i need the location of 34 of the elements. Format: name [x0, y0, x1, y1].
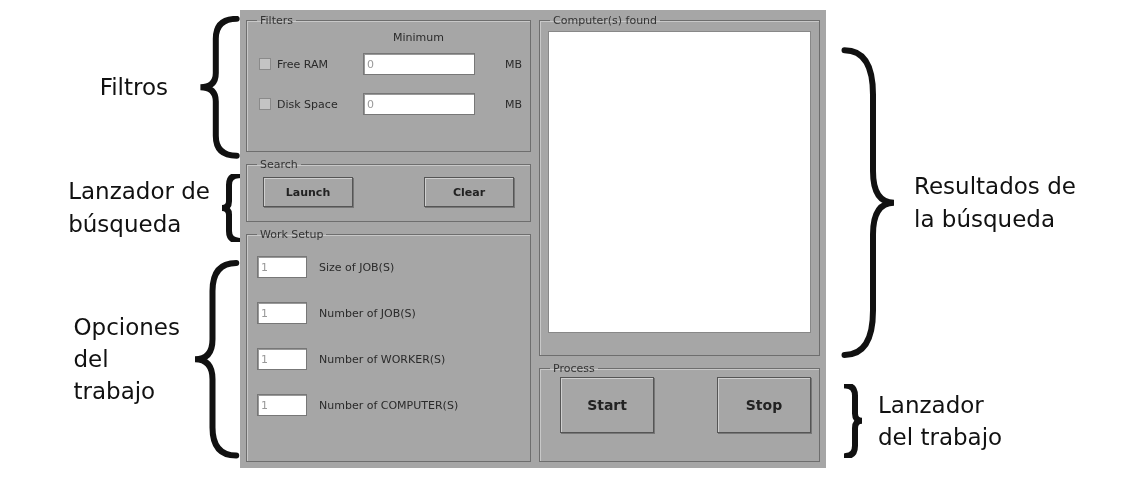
action-button[interactable]: Start [560, 377, 655, 433]
input-field[interactable]: 1 [257, 394, 307, 416]
annotation-label: Lanzador del trabajo [878, 390, 1003, 452]
group-title: Process [552, 362, 596, 375]
unit-label: MB [505, 97, 523, 111]
group-title: Search [259, 158, 299, 171]
input-field[interactable]: 1 [257, 348, 307, 370]
brace-icon [220, 173, 240, 242]
results-list[interactable] [548, 31, 811, 333]
action-button[interactable]: Launch [263, 177, 353, 207]
group-title: Filters [259, 14, 294, 27]
checkbox[interactable] [259, 58, 271, 70]
input-field[interactable]: 1 [257, 302, 307, 324]
input-field[interactable]: 0 [363, 53, 475, 75]
annotation-label: Filtros [99, 73, 168, 103]
column-header: Minimum [392, 31, 445, 44]
field-label: Number of JOB(S) [319, 306, 416, 320]
field-label: Number of WORKER(S) [319, 352, 446, 366]
group-title: Work Setup [259, 228, 325, 241]
annotation-label: Opciones del trabajo [73, 312, 180, 407]
checkbox-label: Free RAM [277, 57, 330, 71]
input-field[interactable]: 0 [363, 93, 475, 115]
checkbox[interactable] [259, 98, 271, 110]
checkbox-label: Disk Space [277, 97, 339, 111]
input-field[interactable]: 1 [257, 256, 307, 278]
field-label: Size of JOB(S) [319, 260, 395, 274]
unit-label: MB [505, 57, 523, 71]
annotation-label: Lanzador de búsqueda [68, 177, 210, 239]
group-title: Computer(s) found [552, 14, 659, 27]
action-button[interactable]: Clear [424, 177, 515, 207]
action-button[interactable]: Stop [717, 377, 811, 433]
brace-icon [844, 384, 864, 458]
field-label: Number of COMPUTER(S) [319, 398, 459, 412]
annotation-label: Resultados de la búsqueda [914, 172, 1076, 234]
